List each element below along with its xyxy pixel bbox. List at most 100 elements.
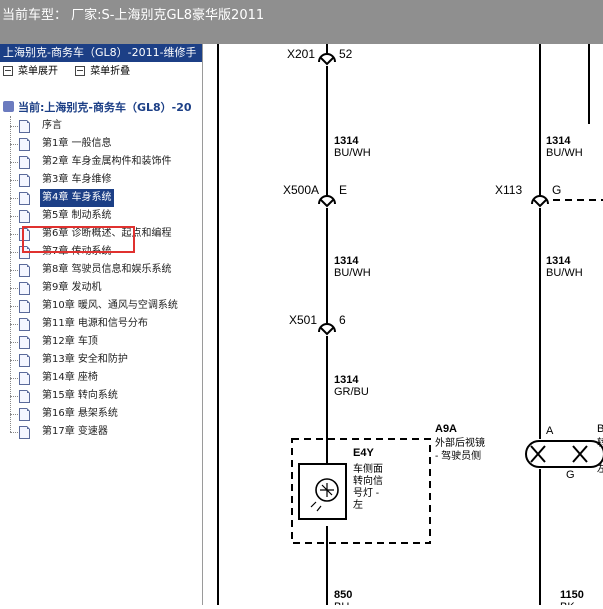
menu-toolbar: 菜单展开 菜单折叠 (0, 62, 202, 82)
tree-connector-line (10, 126, 18, 127)
wire-1314-a-color: BU/WH (334, 147, 371, 159)
tree-connector-line (10, 306, 18, 307)
mirror-connector-shape (525, 440, 603, 468)
tree-root-label: 当前:上海别克-商务车（GL8）-20 (18, 101, 192, 114)
right-wire-1314-b-color: BU/WH (546, 267, 583, 279)
document-icon (19, 192, 30, 205)
document-icon (19, 336, 30, 349)
left-wire-path (318, 44, 336, 605)
document-icon (19, 408, 30, 421)
tree-item-label: 第17章 变速器 (42, 426, 108, 437)
document-icon (19, 318, 30, 331)
tree-item-label: 第3章 车身维修 (42, 174, 112, 185)
tree-item-label: 第11章 电源和信号分布 (42, 318, 148, 329)
a9a-name-line-1: 外部后视镜 (435, 436, 485, 449)
expand-label: 菜单展开 (18, 66, 58, 77)
tree-item-label: 第5章 制动系统 (42, 210, 112, 221)
edge-label-low: 左 (597, 462, 603, 475)
tree-connector-line (10, 378, 18, 379)
tree-connector-line (10, 432, 18, 433)
tree-connector-line (10, 162, 18, 163)
document-icon (19, 156, 30, 169)
tree-connector-line (10, 180, 18, 181)
document-icon (19, 282, 30, 295)
x201-pin: 52 (339, 47, 353, 61)
wire-1314-c-circuit: 1314 (334, 374, 359, 386)
tree-connector-line (10, 216, 18, 217)
wire-1314-a-circuit: 1314 (334, 135, 359, 147)
wire-1150-color: BK (560, 601, 575, 605)
document-icon (19, 300, 30, 313)
selection-highlight (22, 226, 135, 253)
wire-850-circuit: 850 (334, 589, 352, 601)
tree-item-label: 第16章 悬架系统 (42, 408, 118, 419)
collapse-menu-button[interactable]: 菜单折叠 (75, 62, 130, 82)
e4y-name-line-3: 号灯 - (353, 487, 379, 499)
wire-1314-b-circuit: 1314 (334, 255, 359, 267)
x113-connector: X113 (495, 183, 522, 197)
x500a-connector: X500A (283, 183, 319, 197)
a9a-id: A9A (435, 423, 457, 435)
edge-label-top: B (597, 423, 603, 435)
tree-connector-line (10, 270, 18, 271)
lamp-housing (298, 463, 347, 520)
tree-item-label: 第15章 转向系统 (42, 390, 118, 401)
tree-connector-line (10, 198, 18, 199)
tree-item-label: 第12章 车顶 (42, 336, 98, 347)
tree-item-label: 第9章 发动机 (42, 282, 102, 293)
tree-connector-line (10, 252, 18, 253)
sidebar: 上海别克-商务车（GL8）-2011-维修手 菜单展开 菜单折叠 当前:上海别克… (0, 44, 203, 605)
tree-connector-line (10, 234, 18, 235)
a9a-pin-g: G (566, 469, 575, 481)
tree-guide-line (10, 116, 11, 432)
a9a-name-line-2: - 驾驶员侧 (435, 449, 481, 462)
tree-connector-line (10, 396, 18, 397)
edge-label-mid: 转 (597, 436, 603, 449)
tree-item-label: 第2章 车身金属构件和装饰件 (42, 156, 172, 167)
tree-item-label: 第1章 一般信息 (42, 138, 112, 149)
e4y-name-line-2: 转向信 (353, 474, 383, 487)
document-icon (19, 120, 30, 133)
wire-1314-b-color: BU/WH (334, 267, 371, 279)
x113-pin: G (552, 183, 561, 197)
a9a-pin-a: A (546, 425, 554, 437)
document-icon (19, 264, 30, 277)
x501-pin: 6 (339, 313, 346, 327)
wire-1150-circuit: 1150 (560, 589, 584, 601)
e4y-id: E4Y (353, 447, 374, 459)
e4y-name-line-1: 车侧面 (353, 462, 383, 475)
vehicle-root-icon (3, 101, 14, 112)
wire-1314-c-color: GR/BU (334, 386, 369, 398)
manual-header: 上海别克-商务车（GL8）-2011-维修手 (0, 44, 202, 62)
right-wire-1314-a-color: BU/WH (546, 147, 583, 159)
expand-menu-button[interactable]: 菜单展开 (3, 62, 58, 82)
tree-item-label: 第13章 安全和防护 (42, 354, 128, 365)
tree-connector-line (10, 360, 18, 361)
title-bar: 当前车型： 厂家:S-上海别克GL8豪华版2011 (0, 0, 603, 44)
e4y-name-line-4: 左 (353, 498, 363, 511)
document-icon (19, 138, 30, 151)
tree-connector-line (10, 144, 18, 145)
x501-connector: X501 (289, 313, 317, 327)
document-icon (19, 174, 30, 187)
tree-connector-line (10, 288, 18, 289)
document-icon (19, 372, 30, 385)
tree-item-label: 序言 (42, 120, 62, 131)
collapse-icon (75, 66, 86, 76)
tree-item-label: 第14章 座椅 (42, 372, 98, 383)
document-icon (19, 210, 30, 223)
document-icon (19, 390, 30, 403)
expand-icon (3, 66, 13, 76)
right-wire-path (531, 44, 549, 605)
document-icon (19, 426, 30, 439)
right-wire-1314-a-circuit: 1314 (546, 135, 571, 147)
tree-item-label: 第4章 车身系统 (40, 189, 114, 207)
x201-connector: X201 (287, 47, 315, 61)
wiring-diagram: X201 52 1314 BU/WH X500A E 1314 BU/WH X5… (203, 44, 603, 609)
x500a-pin: E (339, 183, 347, 197)
tree-item-label: 第8章 驾驶员信息和娱乐系统 (42, 264, 172, 275)
tree-item-label: 第10章 暖风、通风与空调系统 (42, 300, 178, 311)
document-icon (19, 354, 30, 367)
tree-root[interactable]: 当前:上海别克-商务车（GL8）-20 (3, 99, 192, 115)
wire-850-color: BU (334, 601, 349, 605)
